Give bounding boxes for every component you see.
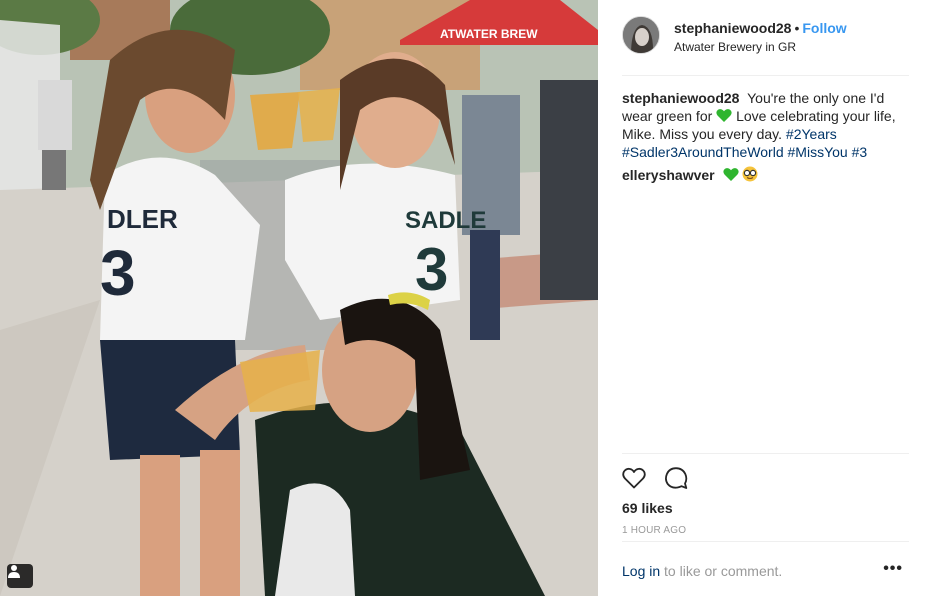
post-timestamp[interactable]: 1 HOUR AGO (622, 525, 686, 536)
left-woman-leg (200, 450, 240, 596)
login-link[interactable]: Log in (622, 563, 660, 579)
comment-item: elleryshawver (622, 166, 758, 184)
post-caption: stephaniewood28 You're the only one I'd … (622, 89, 912, 161)
heart-icon (622, 467, 646, 489)
right-jersey-name: SADLE (405, 207, 486, 234)
separator-dot: • (794, 20, 800, 36)
comment-icon (665, 467, 688, 489)
comment-button[interactable] (663, 465, 689, 491)
hashtag-link[interactable]: #3 (852, 144, 868, 160)
follow-button[interactable]: Follow (802, 20, 846, 36)
green-heart-emoji (722, 168, 739, 181)
user-tag-button[interactable] (7, 564, 33, 588)
user-tag-icon (8, 565, 20, 578)
header-username[interactable]: stephaniewood28 (674, 20, 791, 36)
post-footer: Log in to like or comment. ••• (622, 541, 909, 596)
bystander (38, 80, 72, 150)
beer-cup (298, 88, 340, 142)
action-icons (621, 465, 689, 491)
post-actions: 69 likes 1 HOUR AGO (622, 453, 909, 541)
beer-cup (250, 92, 300, 150)
nerd-face-emoji (742, 166, 758, 182)
right-jersey-number: 3 (415, 236, 448, 303)
hashtag-link[interactable]: #2Years (786, 126, 837, 142)
avatar-image (623, 17, 659, 53)
location-link[interactable]: Atwater Brewery in GR (674, 40, 796, 54)
like-button[interactable] (621, 465, 647, 491)
avatar[interactable] (622, 16, 660, 54)
more-options-button[interactable]: ••• (883, 560, 903, 578)
hashtag-link[interactable]: #Sadler3AroundTheWorld (622, 144, 784, 160)
left-woman-leg (140, 455, 180, 596)
header-user-line: stephaniewood28 • Follow (674, 20, 847, 36)
like-count[interactable]: 69 likes (622, 500, 673, 516)
photo-scene: ATWATER BREW DLER 3 SADLE 3 (0, 0, 598, 596)
bystander-legs (470, 230, 500, 340)
post-header: stephaniewood28 • Follow Atwater Brewery i… (622, 14, 909, 76)
left-jersey-name: DLER (107, 204, 178, 234)
green-heart-emoji (716, 109, 732, 122)
comment-username[interactable]: elleryshawver (622, 167, 715, 183)
hashtag-link[interactable]: #MissYou (788, 144, 848, 160)
post-side-panel: stephaniewood28 • Follow Atwater Brewery i… (598, 0, 934, 596)
post-photo[interactable]: ATWATER BREW DLER 3 SADLE 3 (0, 0, 598, 596)
left-jersey-number: 3 (100, 237, 136, 309)
bystander-legs (42, 150, 66, 190)
tent-text: ATWATER BREW (440, 27, 538, 41)
caption-username[interactable]: stephaniewood28 (622, 90, 739, 106)
photographer (540, 80, 598, 300)
login-prompt: Log in to like or comment. (622, 563, 782, 579)
login-prompt-text: to like or comment. (664, 563, 783, 579)
